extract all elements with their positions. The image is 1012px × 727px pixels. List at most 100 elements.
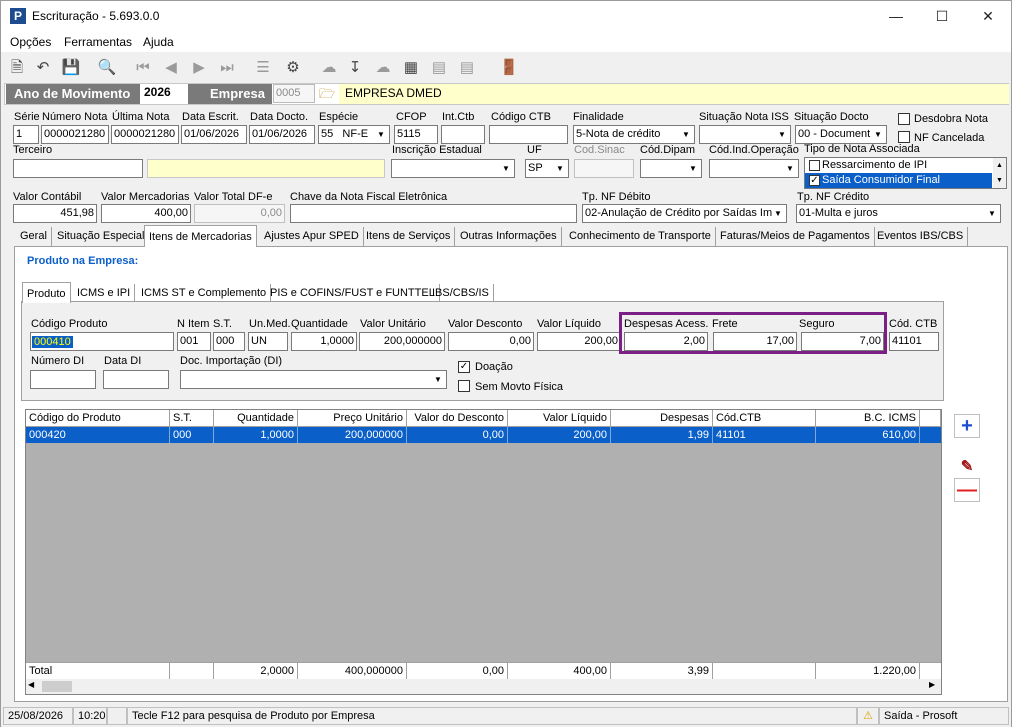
col-header-cod-ctb[interactable]: Cód.CTB [713,410,816,427]
data-docto-field[interactable]: 01/06/2026 [249,125,315,144]
tp-nf-credito-select[interactable]: 01-Multa e juros ▼ [796,204,1001,223]
horizontal-scrollbar[interactable]: ◀ ▶ [26,679,941,694]
tab-ajustes-apur-sped[interactable]: Ajustes Apur SPED [260,227,364,246]
tab-situacao-especial[interactable]: Situação Especial [53,227,150,246]
list-scrollbar[interactable]: ▲ ▼ [993,158,1006,188]
valor-contabil-field[interactable]: 451,98 [13,204,97,223]
chevron-down-icon[interactable]: ▼ [771,206,785,221]
col-header-quantidade[interactable]: Quantidade [214,410,298,427]
inscricao-estadual-select[interactable]: ▼ [391,159,515,178]
exit-door-icon[interactable]: 🚪 [499,58,519,78]
codigo-produto-field[interactable]: 000410 [30,332,174,351]
un-med-field[interactable]: UN [248,332,288,351]
first-record-icon[interactable]: ⏮ [133,58,153,78]
numero-nota-field[interactable]: 0000021280 [41,125,109,144]
col-header-valor-desconto[interactable]: Valor do Desconto [407,410,508,427]
cod-dipam-select[interactable]: ▼ [640,159,702,178]
nf-cancelada-checkbox[interactable] [898,131,910,143]
menu-opcoes[interactable]: Opções [10,35,51,49]
subtab-produto[interactable]: Produto [22,282,71,303]
col-header-preco-unitario[interactable]: Preço Unitário [298,410,407,427]
valor-liquido-field[interactable]: 200,00 [537,332,621,351]
uf-select[interactable]: SP ▼ [525,159,569,178]
chevron-down-icon[interactable]: ▼ [783,161,797,176]
terceiro-code-field[interactable] [13,159,143,178]
tab-itens-mercadorias[interactable]: Itens de Mercadorias [144,225,257,247]
empresa-code-field[interactable]: 0005 [273,84,315,103]
chevron-down-icon[interactable]: ▼ [553,161,567,176]
tab-itens-servicos[interactable]: Itens de Serviços [362,227,456,246]
chevron-down-icon[interactable]: ▼ [374,127,388,142]
undo-icon[interactable]: ↶ [33,58,53,78]
col-header-bc-icms[interactable]: B.C. ICMS [816,410,920,427]
situacao-iss-select[interactable]: ▼ [699,125,791,144]
situacao-docto-select[interactable]: 00 - Document ▼ [795,125,887,144]
ano-field[interactable]: 2026 [142,84,186,103]
st-field[interactable]: 000 [213,332,245,351]
edit-item-icon[interactable]: ✎ [954,456,980,480]
minimize-icon[interactable]: — [873,1,919,32]
cod-ctb-field[interactable]: 41101 [889,332,939,351]
list-item[interactable]: ✓ Saída Consumidor Final [805,173,992,188]
table-row[interactable]: 000420 000 1,0000 200,000000 0,00 200,00… [26,427,941,443]
col-header-codigo[interactable]: Código do Produto [26,410,170,427]
sem-movto-fisica-checkbox[interactable] [458,380,470,392]
data-di-field[interactable] [103,370,169,389]
data-escrit-field[interactable]: 01/06/2026 [181,125,247,144]
new-document-icon[interactable]: 🗎 [7,58,27,78]
menu-ferramentas[interactable]: Ferramentas [64,35,132,49]
chevron-down-icon[interactable]: ▼ [686,161,700,176]
codigo-ctb-field[interactable] [489,125,568,144]
tree-icon[interactable]: ☰ [253,58,273,78]
cib-icon[interactable]: ▦ [401,58,421,78]
remove-item-button[interactable]: — [954,478,980,502]
serie-field[interactable]: 1 [13,125,39,144]
desdobra-nota-checkbox[interactable] [898,113,910,125]
ultima-nota-field[interactable]: 0000021280 [111,125,179,144]
frete-field[interactable]: 17,00 [713,332,797,351]
items-grid[interactable]: Código do Produto S.T. Quantidade Preço … [25,409,942,695]
col-header-valor-liquido[interactable]: Valor Líquido [508,410,611,427]
prev-record-icon[interactable]: ◀ [161,58,181,78]
ressarcimento-ipi-checkbox[interactable] [809,160,820,171]
chevron-down-icon[interactable]: ▼ [431,372,445,387]
valor-desconto-field[interactable]: 0,00 [448,332,534,351]
cloud-upload-icon[interactable]: ☁ [373,58,393,78]
tab-outras-informacoes[interactable]: Outras Informações [456,227,562,246]
n-item-field[interactable]: 001 [177,332,211,351]
numero-di-field[interactable] [30,370,96,389]
tab-conhecimento-transporte[interactable]: Conhecimento de Transporte [565,227,716,246]
tab-eventos-ibs-cbs[interactable]: Eventos IBS/CBS [873,227,969,246]
valor-unitario-field[interactable]: 200,000000 [359,332,445,351]
close-icon[interactable]: ✕ [965,1,1011,32]
tp-nf-debito-select[interactable]: 02-Anulação de Crédito por Saídas Im ▼ [582,204,787,223]
quantidade-field[interactable]: 1,0000 [291,332,357,351]
doc-importacao-select[interactable]: ▼ [180,370,447,389]
chevron-down-icon[interactable]: ▼ [871,127,885,142]
int-ctb-field[interactable] [441,125,485,144]
scroll-left-icon[interactable]: ◀ [28,680,34,689]
scroll-right-icon[interactable]: ▶ [929,680,935,689]
cfop-field[interactable]: 5115 [394,125,438,144]
chevron-down-icon[interactable]: ▼ [679,127,693,142]
tipo-nota-associada-list[interactable]: Ressarcimento de IPI ✓ Saída Consumidor … [804,157,1007,189]
save-icon[interactable]: 💾 [61,58,81,78]
tab-geral[interactable]: Geral [16,227,52,246]
tab-faturas-pagamentos[interactable]: Faturas/Meios de Pagamentos [716,227,875,246]
tools-icon[interactable]: ⚙ [283,58,303,78]
scroll-thumb[interactable] [42,681,72,692]
chevron-down-icon[interactable]: ▼ [985,206,999,221]
list-item[interactable]: Ressarcimento de IPI [805,158,992,173]
download-icon[interactable]: ↧ [345,58,365,78]
finalidade-select[interactable]: 5-Nota de crédito ▼ [573,125,695,144]
chave-nfe-field[interactable] [290,204,577,223]
especie-select[interactable]: 55 NF-E ▼ [318,125,390,144]
sheet-icon[interactable]: ▤ [429,58,449,78]
valor-mercadorias-field[interactable]: 400,00 [101,204,191,223]
cloud-icon[interactable]: ☁ [319,58,339,78]
preview-icon[interactable]: 🔍 [97,58,117,78]
maximize-icon[interactable]: ☐ [919,1,965,32]
despesas-acess-field[interactable]: 2,00 [624,332,708,351]
last-record-icon[interactable]: ⏭ [217,58,237,78]
book-icon[interactable]: ▤ [457,58,477,78]
